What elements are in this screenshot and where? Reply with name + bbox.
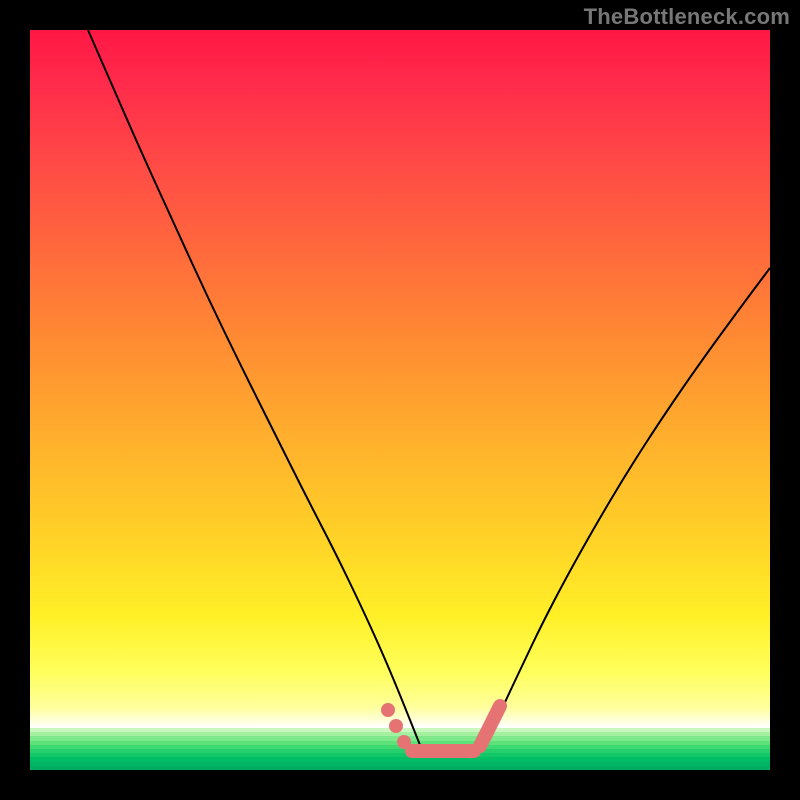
- salmon-dot: [397, 735, 411, 749]
- salmon-dot: [389, 719, 403, 733]
- left-curve: [88, 30, 483, 750]
- plot-area: [30, 30, 770, 770]
- stage: TheBottleneck.com: [0, 0, 800, 800]
- salmon-dot: [381, 703, 395, 717]
- right-curve: [483, 268, 770, 750]
- chart-svg: [30, 30, 770, 770]
- watermark-label: TheBottleneck.com: [584, 4, 790, 30]
- salmon-right: [480, 706, 500, 746]
